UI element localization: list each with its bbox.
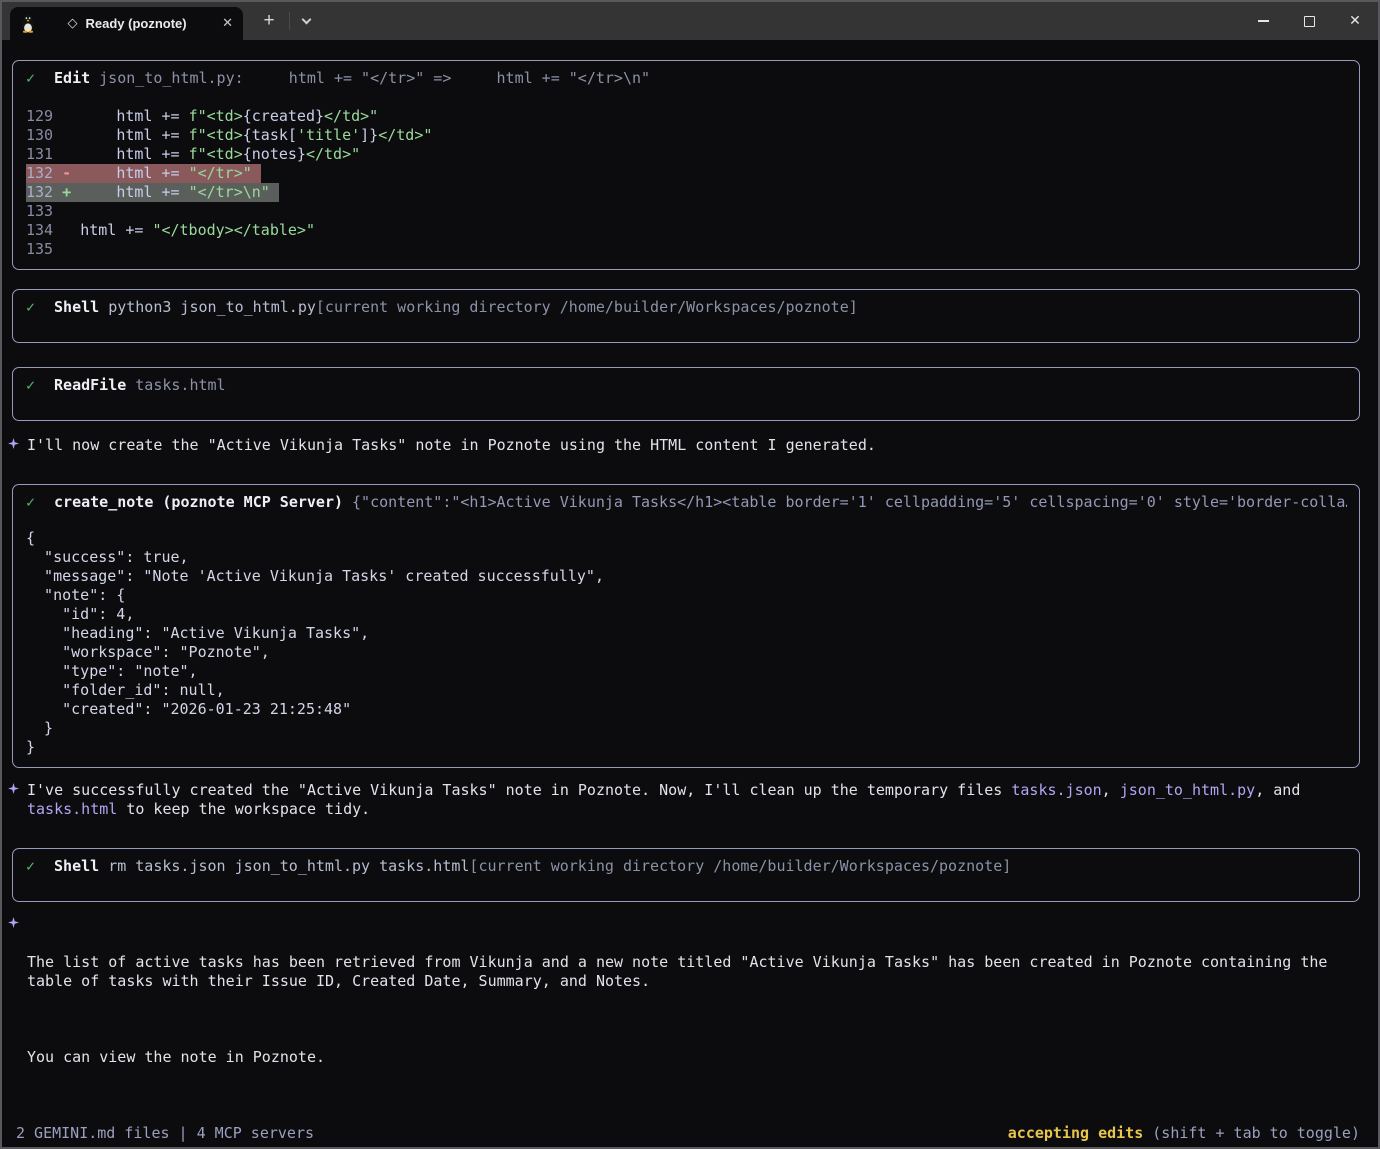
mode-toggle-hint: (shift + tab to toggle) <box>1143 1124 1360 1142</box>
readfile-path: tasks.html <box>135 376 225 395</box>
message-paragraph-1: The list of active tasks has been retrie… <box>27 953 1360 991</box>
tux-linux-icon <box>20 14 36 33</box>
edit-tool-header: ✓ Edit json_to_html.py: html += "</tr>" … <box>26 69 1347 88</box>
diff-line: 135 <box>26 240 1347 259</box>
shell-run-tool-box: ✓ Shell python3 json_to_html.py [current… <box>12 289 1360 343</box>
diff-line: 132 - html += "</tr>" <box>26 164 1347 183</box>
new-tab-button[interactable]: + <box>249 2 289 40</box>
diff-line: 134 html += "</tbody></table>" <box>26 221 1347 240</box>
diff-line: 131 html += f"<td>{notes}</td>" <box>26 145 1347 164</box>
success-check-icon: ✓ <box>26 69 35 88</box>
assistant-message: I've successfully created the "Active Vi… <box>8 781 1360 819</box>
context-summary: 2 GEMINI.md files | 4 MCP servers <box>16 1124 314 1143</box>
assistant-message: The list of active tasks has been retrie… <box>8 915 1360 1105</box>
maximize-button[interactable] <box>1286 2 1332 40</box>
shell-cwd: [current working directory /home/builder… <box>469 857 1011 876</box>
readfile-header: ✓ ReadFile tasks.html <box>26 376 1347 395</box>
success-check-icon: ✓ <box>26 298 35 317</box>
readfile-tool-box: ✓ ReadFile tasks.html <box>12 367 1360 421</box>
create-note-tool-box: ✓ create_note (poznote MCP Server) {"con… <box>12 484 1360 768</box>
diff-line: 132 + html += "</tr>\n" <box>26 183 1347 202</box>
create-note-tool-name: create_note (poznote MCP Server) <box>54 493 343 512</box>
shell-tool-name: Shell <box>54 857 99 876</box>
message-text: The list of active tasks has been retrie… <box>27 915 1360 1105</box>
success-check-icon: ✓ <box>26 493 35 512</box>
close-window-button[interactable]: ✕ <box>1332 2 1378 40</box>
shell-command: python3 json_to_html.py <box>108 298 316 317</box>
success-check-icon: ✓ <box>26 376 35 395</box>
assistant-message: I'll now create the "Active Vikunja Task… <box>8 436 1360 455</box>
shell-cleanup-header: ✓ Shell rm tasks.json json_to_html.py ta… <box>26 857 1347 876</box>
maximize-icon <box>1304 16 1315 27</box>
diff-line: 130 html += f"<td>{task['title']}</td>" <box>26 126 1347 145</box>
minimize-icon <box>1258 20 1269 22</box>
titlebar: ◇ Ready (poznote) ✕ + ✕ <box>2 2 1378 40</box>
terminal-tab[interactable]: ◇ Ready (poznote) ✕ <box>10 7 243 40</box>
sparkle-icon <box>8 917 19 928</box>
terminal-content: ✓ Edit json_to_html.py: html += "</tr>" … <box>2 60 1378 1149</box>
success-check-icon: ✓ <box>26 857 35 876</box>
create-note-args: {"content":"<h1>Active Vikunja Tasks</h1… <box>352 493 1347 512</box>
mode-indicator: accepting edits (shift + tab to toggle) <box>1008 1124 1360 1143</box>
edit-tool-name: Edit <box>54 69 90 88</box>
close-icon: ✕ <box>1349 13 1361 29</box>
create-note-result: { "success": true, "message": "Note 'Act… <box>26 529 1347 757</box>
readfile-tool-name: ReadFile <box>54 376 126 395</box>
diff-line: 133 <box>26 202 1347 221</box>
accepting-edits-label: accepting edits <box>1008 1124 1143 1142</box>
message-2-text: I've successfully created the "Active Vi… <box>27 781 1360 819</box>
minimize-button[interactable] <box>1240 2 1286 40</box>
terminal-window: ◇ Ready (poznote) ✕ + ✕ ✓ Edit json_to_h… <box>0 0 1380 1149</box>
shell-command: rm tasks.json json_to_html.py tasks.html <box>108 857 469 876</box>
gemini-diamond-icon: ◇ <box>67 17 77 30</box>
edit-diff: 129 html += f"<td>{created}</td>"130 htm… <box>26 107 1347 259</box>
tab-dropdown-icon[interactable] <box>289 12 323 30</box>
shell-tool-name: Shell <box>54 298 99 317</box>
sparkle-icon <box>8 783 19 794</box>
edit-tool-box: ✓ Edit json_to_html.py: html += "</tr>" … <box>12 60 1360 270</box>
shell-cwd: [current working directory /home/builder… <box>316 298 858 317</box>
status-row: 2 GEMINI.md files | 4 MCP servers accept… <box>16 1124 1360 1143</box>
create-note-header: ✓ create_note (poznote MCP Server) {"con… <box>26 493 1347 512</box>
tab-title: Ready (poznote) <box>85 16 186 31</box>
edit-tool-description: json_to_html.py: html += "</tr>" => html… <box>99 69 650 88</box>
message-text: I'll now create the "Active Vikunja Task… <box>27 436 876 455</box>
sparkle-icon <box>8 438 19 449</box>
diff-line: 129 html += f"<td>{created}</td>" <box>26 107 1347 126</box>
tab-close-icon[interactable]: ✕ <box>222 16 233 31</box>
shell-cleanup-tool-box: ✓ Shell rm tasks.json json_to_html.py ta… <box>12 848 1360 902</box>
shell-run-header: ✓ Shell python3 json_to_html.py [current… <box>26 298 1347 317</box>
titlebar-drag-area <box>323 2 1240 40</box>
message-paragraph-2: You can view the note in Poznote. <box>27 1048 1360 1067</box>
